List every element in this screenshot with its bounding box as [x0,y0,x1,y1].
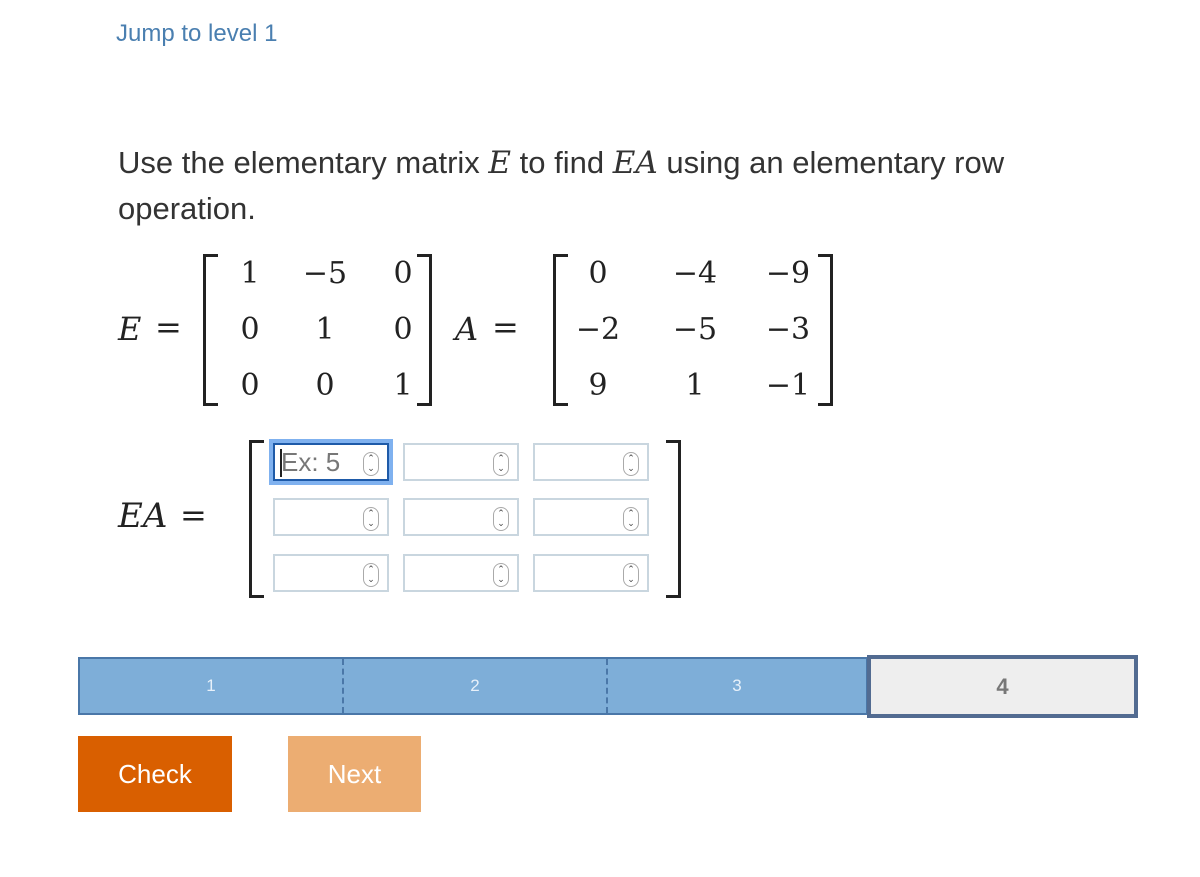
matrix-a-cell: −5 [672,312,718,347]
matrix-e-cell: 1 [393,368,413,403]
matrix-a-cell: −3 [765,312,811,347]
next-button[interactable]: Next [288,736,421,812]
matrix-a-cell: −1 [765,368,811,403]
matrix-e-cell: 0 [393,256,413,291]
problem-prompt: Use the elementary matrix E to find EA u… [118,140,1118,232]
matrix-e-cell: 1 [240,256,260,291]
matrix-e-cell: 0 [240,368,260,403]
answer-input-r2c2[interactable]: ⌃ ⌄ [403,498,519,536]
answer-input-r2c3[interactable]: ⌃ ⌄ [533,498,649,536]
level-progress-bar: 1 2 3 [78,657,868,715]
matrix-e-cell: 0 [393,312,413,347]
spinner-icon[interactable]: ⌃ ⌄ [363,507,379,531]
matrix-a-cell: 0 [588,256,608,291]
matrix-e-cell: 1 [315,312,335,347]
answer-input-r1c3[interactable]: ⌃ ⌄ [533,443,649,481]
input-placeholder: Ex: 5 [281,447,341,477]
level-segment-3[interactable]: 3 [608,659,866,713]
spinner-icon[interactable]: ⌃ ⌄ [493,507,509,531]
left-bracket [249,440,264,598]
spinner-icon[interactable]: ⌃ ⌄ [363,452,379,476]
matrix-e-cell: −5 [302,256,348,291]
check-button[interactable]: Check [78,736,232,812]
answer-input-r2c1[interactable]: ⌃ ⌄ [273,498,389,536]
var-e: E [488,145,512,181]
jump-to-level-link[interactable]: Jump to level 1 [116,20,277,48]
right-bracket [666,440,681,598]
equals-sign: = [492,308,519,346]
level-segment-4-current[interactable]: 4 [867,655,1138,718]
answer-input-r1c2[interactable]: ⌃ ⌄ [403,443,519,481]
prompt-text: to find [511,145,613,180]
left-bracket [553,254,568,406]
answer-input-r1c1[interactable]: Ex: 5 ⌃ ⌄ [273,443,389,481]
spinner-icon[interactable]: ⌃ ⌄ [363,563,379,587]
left-bracket [203,254,218,406]
matrix-a-cell: 9 [588,368,608,403]
matrix-a-cell: −4 [672,256,718,291]
equals-sign: = [180,496,207,534]
equals-sign: = [155,308,182,346]
matrix-e-label: E [118,310,142,348]
matrix-e-cell: 0 [240,312,260,347]
right-bracket [818,254,833,406]
answer-input-r3c3[interactable]: ⌃ ⌄ [533,554,649,592]
spinner-icon[interactable]: ⌃ ⌄ [623,563,639,587]
matrix-e-cell: 0 [315,368,335,403]
answer-label: EA [118,496,168,536]
matrix-a-cell: −2 [575,312,621,347]
spinner-icon[interactable]: ⌃ ⌄ [623,452,639,476]
answer-input-r3c1[interactable]: ⌃ ⌄ [273,554,389,592]
matrix-a-cell: 1 [685,368,705,403]
spinner-icon[interactable]: ⌃ ⌄ [493,452,509,476]
spinner-icon[interactable]: ⌃ ⌄ [623,507,639,531]
var-ea: EA [612,145,658,181]
answer-input-r3c2[interactable]: ⌃ ⌄ [403,554,519,592]
prompt-text: Use the elementary matrix [118,145,489,180]
matrix-a-label: A [455,310,479,348]
spinner-icon[interactable]: ⌃ ⌄ [493,563,509,587]
level-segment-2[interactable]: 2 [344,659,606,713]
matrix-a-cell: −9 [765,256,811,291]
level-segment-1[interactable]: 1 [80,659,342,713]
